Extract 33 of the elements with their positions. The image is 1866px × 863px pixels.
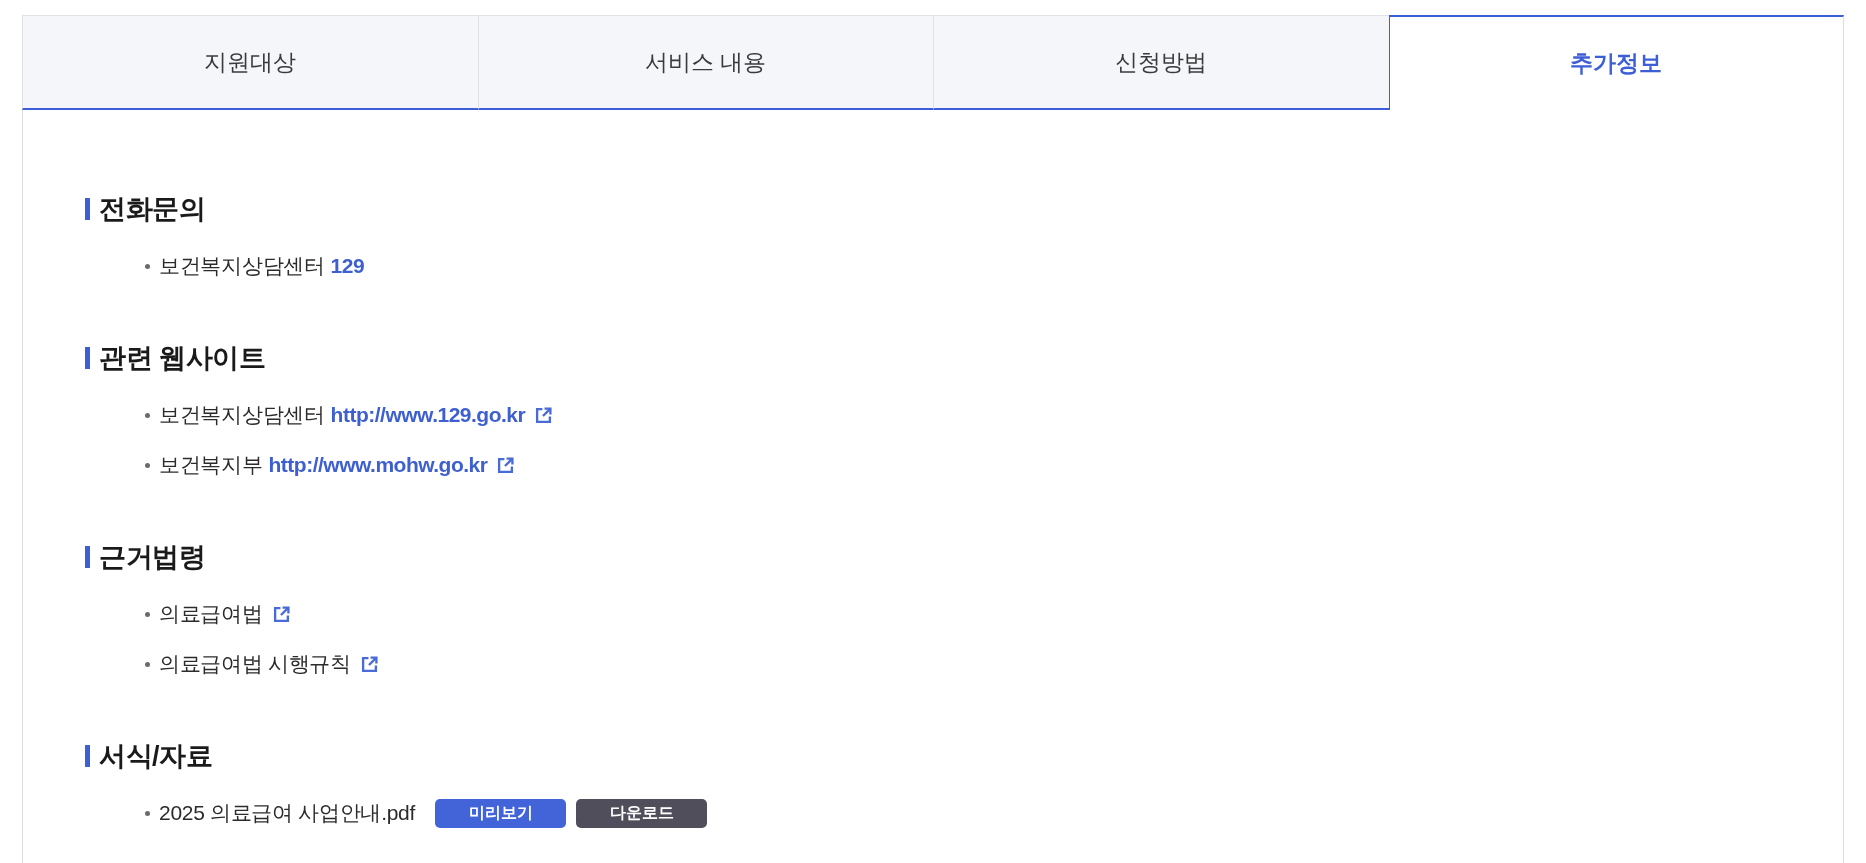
tab[interactable]: 지원대상: [22, 15, 478, 110]
item-text: 보건복지부: [159, 452, 263, 479]
section-heading: 전화문의: [99, 195, 205, 223]
section-heading: 관련 웹사이트: [99, 344, 265, 372]
item-text: 보건복지상담센터: [159, 402, 325, 429]
item-text: 2025 의료급여 사업안내.pdf: [159, 800, 415, 827]
link[interactable]: http://www.mohw.go.kr: [268, 449, 488, 481]
section-heading: 서식/자료: [99, 742, 212, 770]
heading-marker-icon: [85, 347, 90, 369]
heading-marker-icon: [85, 546, 90, 568]
link[interactable]: 129: [330, 250, 365, 282]
heading-marker-icon: [85, 198, 90, 220]
bullet-icon: [145, 611, 150, 617]
external-link-icon[interactable]: [272, 605, 290, 623]
external-link-icon[interactable]: [535, 406, 553, 424]
bullet-icon: [145, 412, 150, 418]
heading-marker-icon: [85, 745, 90, 767]
bullet-icon: [145, 462, 150, 468]
tab[interactable]: 신청방법: [933, 15, 1389, 110]
external-link-icon[interactable]: [360, 655, 378, 673]
tab[interactable]: 추가정보: [1388, 15, 1844, 110]
item-text: 의료급여법 시행규칙: [159, 651, 351, 678]
bullet-icon: [145, 810, 150, 816]
section-heading: 근거법령: [99, 543, 205, 571]
bullet-icon: [145, 661, 150, 667]
item-text: 의료급여법: [159, 601, 263, 628]
preview-button[interactable]: 미리보기: [435, 798, 566, 828]
bullet-icon: [145, 263, 150, 269]
item-text: 보건복지상담센터: [159, 253, 325, 280]
external-link-icon[interactable]: [497, 456, 515, 474]
tab[interactable]: 서비스 내용: [477, 15, 933, 110]
download-button[interactable]: 다운로드: [576, 798, 707, 828]
link[interactable]: http://www.129.go.kr: [330, 399, 526, 431]
